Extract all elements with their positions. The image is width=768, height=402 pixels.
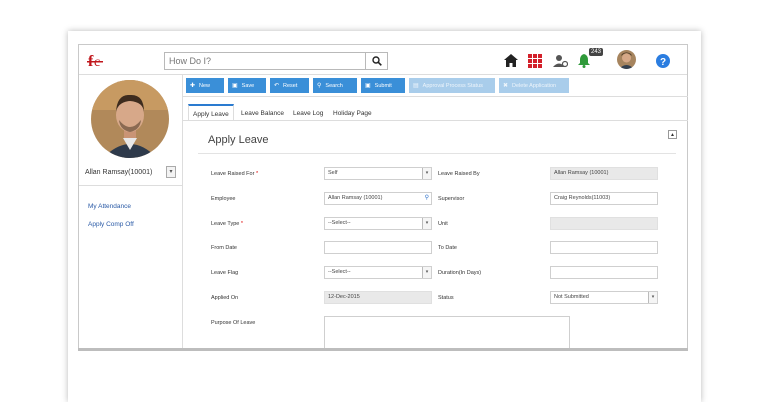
leave-flag-select[interactable]: --Select-- ▾ [324, 266, 432, 279]
purpose-textarea[interactable] [324, 316, 570, 348]
leave-raised-by-field: Allan Ramsay (10001) [550, 167, 658, 180]
applied-on-field: 12-Dec-2015 [324, 291, 432, 304]
chevron-down-icon: ▾ [648, 292, 657, 303]
tab-holiday-page[interactable]: Holiday Page [333, 110, 372, 117]
main-content: Apply Leave Leave Balance Leave Log Holi… [78, 44, 688, 348]
chevron-down-icon: ▾ [422, 218, 431, 229]
leave-raised-by-value: Allan Ramsay (10001) [554, 170, 609, 176]
chevron-down-icon: ▾ [422, 267, 431, 278]
leave-flag-value: --Select-- [328, 269, 351, 275]
required-mark: * [255, 171, 259, 177]
unit-label: Unit [438, 221, 448, 227]
chevron-up-icon: ▲ [670, 132, 675, 138]
supervisor-field[interactable]: Craig Reynolds(11003) [550, 192, 658, 205]
leave-raised-for-select[interactable]: Self ▾ [324, 167, 432, 180]
tab-apply-leave[interactable]: Apply Leave [188, 104, 234, 121]
leave-type-text: Leave Type [211, 221, 240, 227]
leave-raised-for-text: Leave Raised For [211, 171, 255, 177]
required-mark: * [240, 221, 244, 227]
leave-type-value: --Select-- [328, 220, 351, 226]
divider [183, 120, 688, 121]
supervisor-label: Supervisor [438, 196, 465, 202]
leave-raised-for-label: Leave Raised For * [211, 171, 258, 177]
supervisor-value: Craig Reynolds(11003) [554, 195, 611, 201]
status-label: Status [438, 295, 454, 301]
from-date-field[interactable] [324, 241, 432, 254]
from-date-label: From Date [211, 245, 237, 251]
leave-type-label: Leave Type * [211, 221, 243, 227]
leave-flag-label: Leave Flag [211, 270, 239, 276]
employee-field[interactable]: Allan Ramsay (10001) ⚲ [324, 192, 432, 205]
employee-value: Allan Ramsay (10001) [328, 195, 383, 201]
to-date-label: To Date [438, 245, 457, 251]
tab-leave-log[interactable]: Leave Log [293, 110, 323, 117]
employee-label: Employee [211, 196, 236, 202]
to-date-field[interactable] [550, 241, 658, 254]
purpose-label: Purpose Of Leave [211, 320, 256, 326]
status-value: Not Submitted [554, 294, 589, 300]
duration-field[interactable] [550, 266, 658, 279]
divider [198, 153, 676, 154]
leave-raised-by-label: Leave Raised By [438, 171, 480, 177]
search-icon[interactable]: ⚲ [425, 193, 429, 204]
applied-on-value: 12-Dec-2015 [328, 294, 360, 300]
duration-label: Duration(In Days) [438, 270, 482, 276]
leave-raised-for-value: Self [328, 170, 338, 176]
applied-on-label: Applied On [211, 295, 239, 301]
unit-field [550, 217, 658, 230]
form-title: Apply Leave [208, 134, 269, 146]
leave-type-select[interactable]: --Select-- ▾ [324, 217, 432, 230]
window-bottom-bar [78, 348, 688, 351]
chevron-down-icon: ▾ [422, 168, 431, 179]
status-select[interactable]: Not Submitted ▾ [550, 291, 658, 304]
tab-leave-balance[interactable]: Leave Balance [241, 110, 284, 117]
collapse-button[interactable]: ▲ [668, 130, 677, 139]
divider [183, 96, 688, 97]
